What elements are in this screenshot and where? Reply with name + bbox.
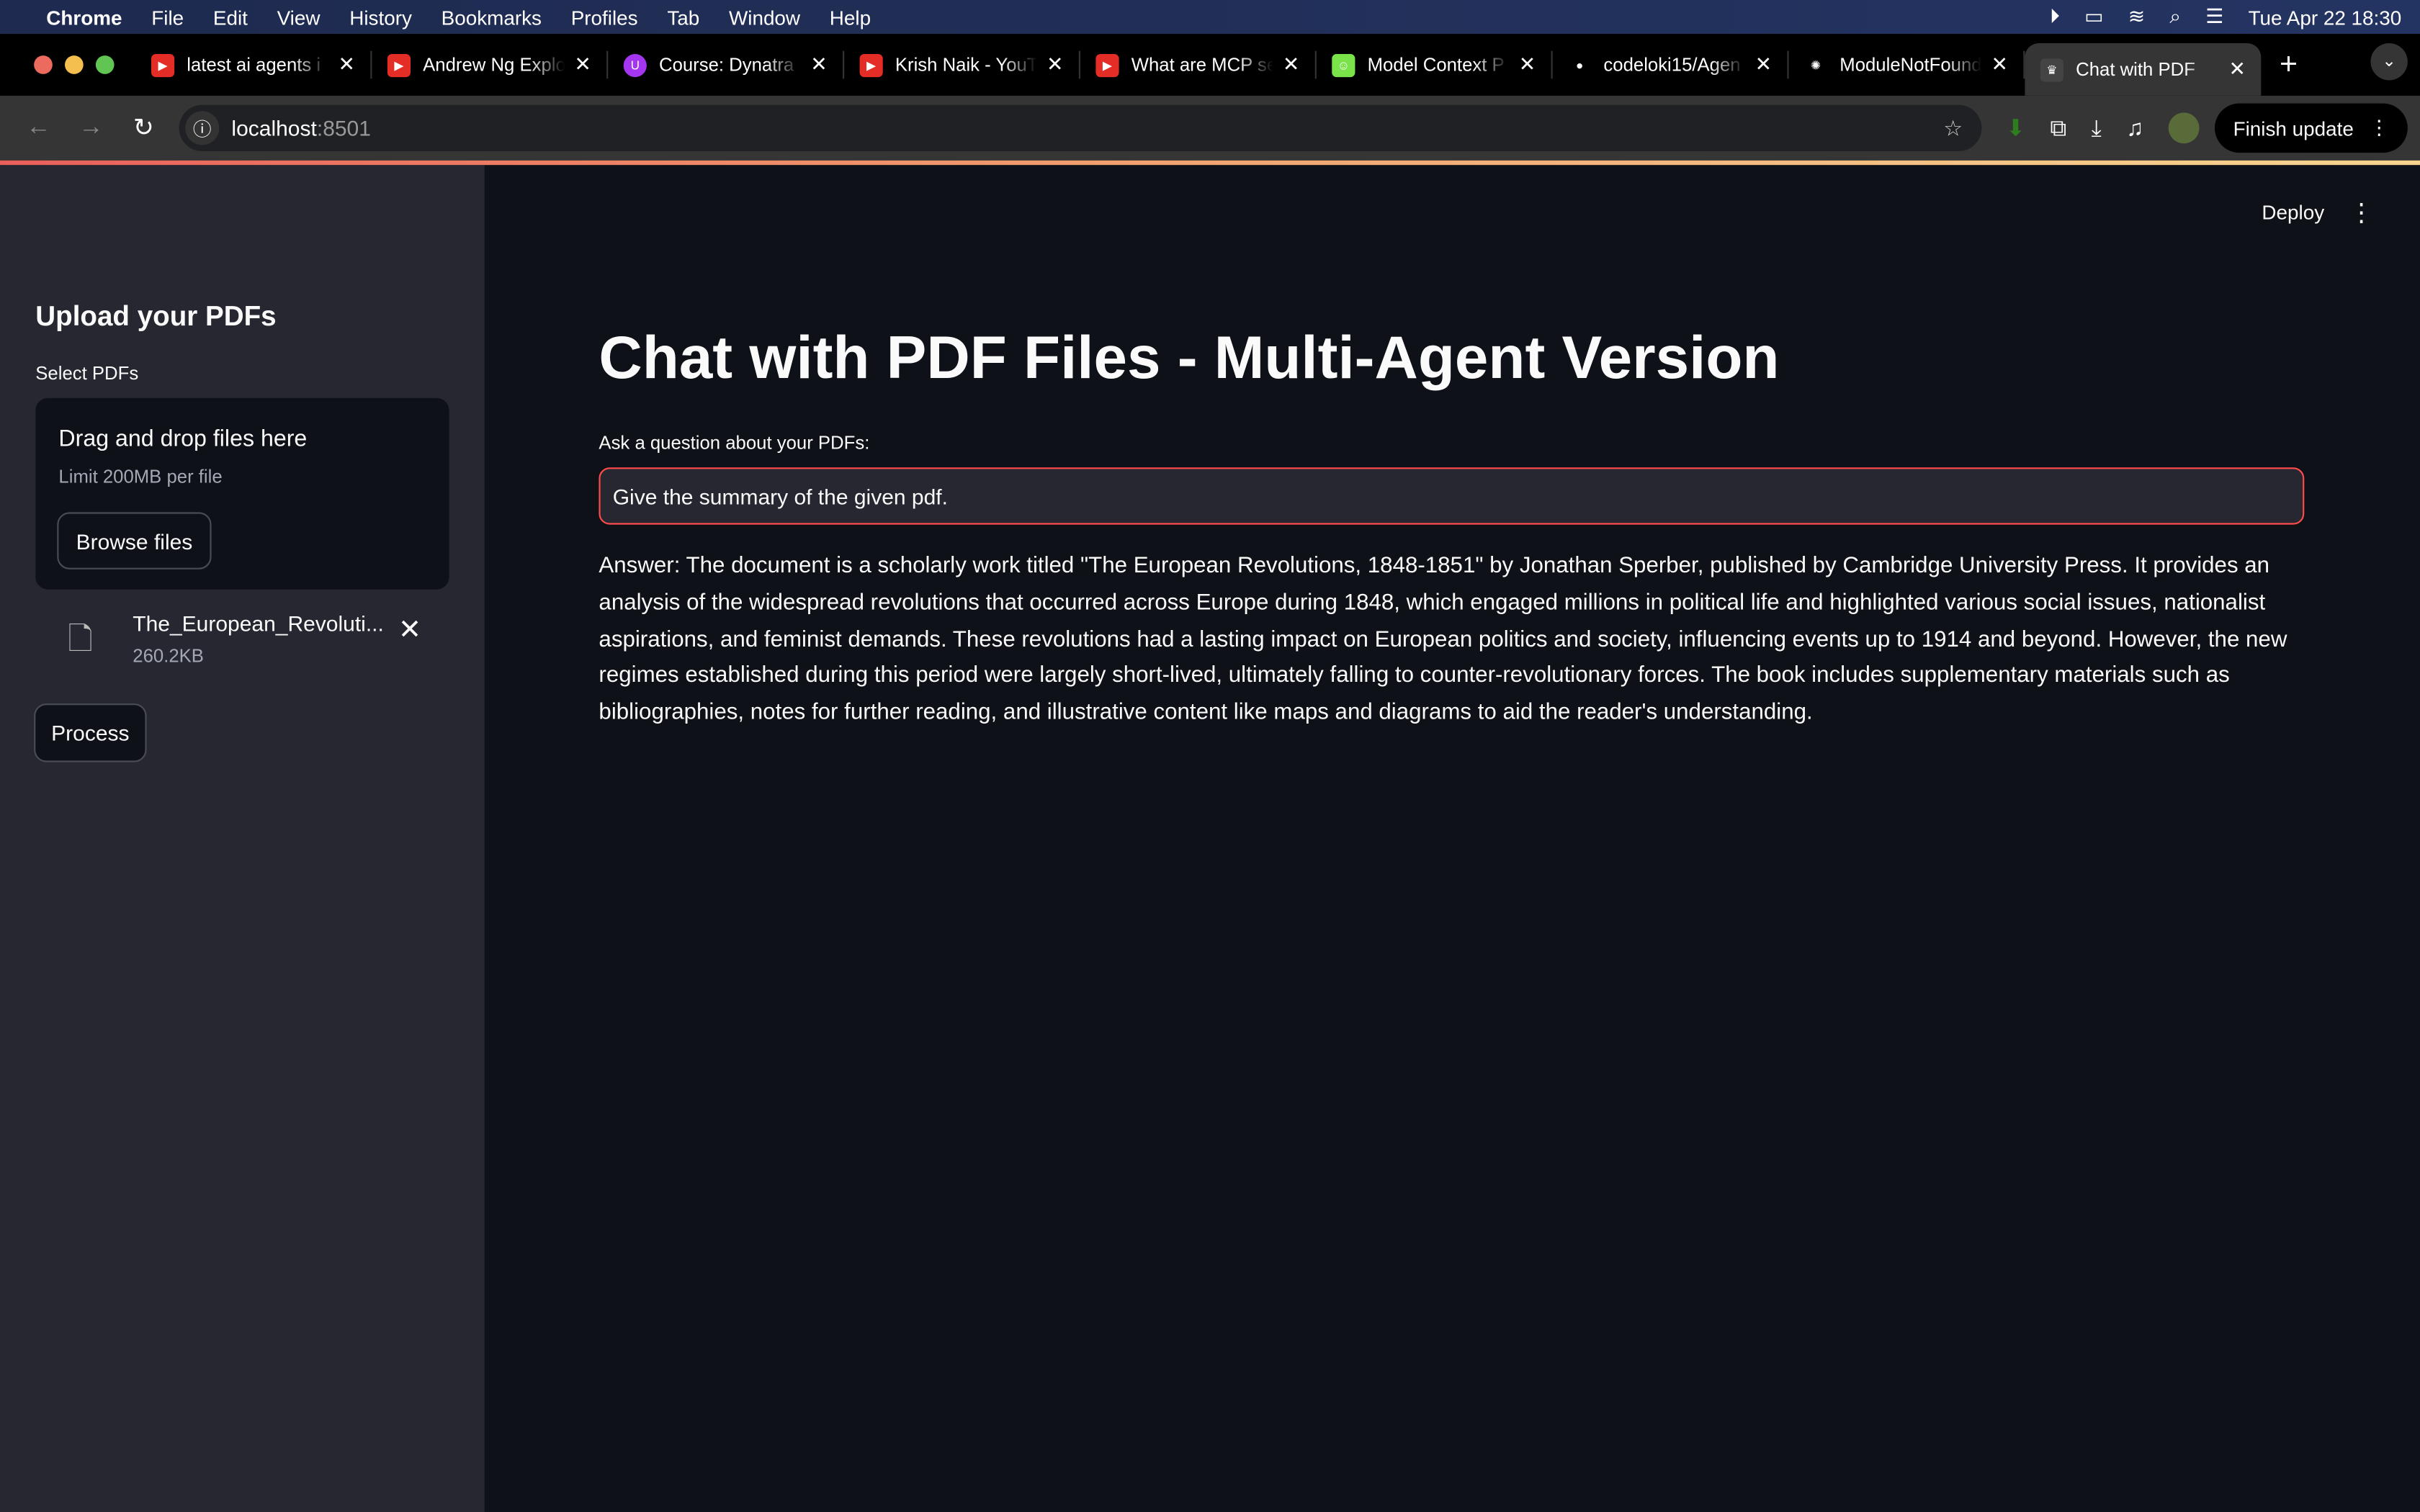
main-content: Deploy ⋮ Chat with PDF Files - Multi-Age…	[484, 165, 2420, 1512]
question-input[interactable]	[599, 467, 2305, 525]
tab-title: Krish Naik - YouT	[895, 54, 1038, 76]
tab-7[interactable]: ✺ ModuleNotFound ✕	[1789, 50, 2025, 79]
bookmark-star-icon[interactable]: ☆	[1943, 115, 1963, 141]
finish-update-button[interactable]: Finish update ⋮	[2214, 103, 2408, 153]
file-icon: 🗋	[68, 623, 93, 657]
sidebar: Upload your PDFs Select PDFs Drag and dr…	[0, 165, 485, 1512]
remove-file-button[interactable]: ✕	[398, 614, 421, 647]
site-info-icon[interactable]: ⓘ	[185, 111, 220, 145]
extensions-icon[interactable]: ⧉	[2050, 115, 2066, 141]
battery-icon[interactable]: ▭	[2084, 4, 2103, 29]
close-tab-icon[interactable]: ✕	[1047, 53, 1063, 77]
streamlit-icon: ♛	[2040, 58, 2063, 81]
sidebar-heading: Upload your PDFs	[35, 300, 277, 332]
main-menu-icon[interactable]: ⋮	[2349, 197, 2373, 228]
smiley-icon: ☺	[1332, 53, 1355, 77]
browse-files-button[interactable]: Browse files	[57, 512, 212, 570]
menu-history[interactable]: History	[349, 6, 412, 29]
tab-8[interactable]: ♛ Chat with PDF ✕	[2025, 43, 2262, 96]
tab-6[interactable]: ● codeloki15/Agen ✕	[1553, 50, 1789, 79]
select-pdfs-label: Select PDFs	[35, 362, 139, 384]
browser-toolbar: ← → ↻ ⓘ localhost:8501 ☆ ⬇ ⧉ ⤓ ♫ Finish …	[0, 95, 2420, 161]
tab-title: Andrew Ng Explo	[423, 54, 565, 76]
menu-edit[interactable]: Edit	[213, 6, 248, 29]
forward-button[interactable]: →	[65, 114, 117, 143]
dropzone-title: Drag and drop files here	[58, 426, 308, 452]
close-tab-icon[interactable]: ✕	[338, 53, 354, 77]
deploy-button[interactable]: Deploy	[2262, 201, 2324, 224]
file-name: The_European_Revoluti...	[133, 611, 384, 636]
url-port: :8501	[316, 115, 371, 140]
control-center-icon[interactable]: ☰	[2205, 4, 2223, 29]
more-icon: ⋮	[2369, 115, 2390, 139]
openai-icon: ✺	[1804, 53, 1828, 77]
tab-0[interactable]: ▶ latest ai agents i ✕	[136, 50, 372, 79]
dropzone-limit: Limit 200MB per file	[58, 466, 223, 488]
tab-4[interactable]: ▶ What are MCP se ✕	[1080, 50, 1317, 79]
finish-update-label: Finish update	[2233, 116, 2354, 140]
tab-title: codeloki15/Agen	[1603, 54, 1741, 76]
minimize-window-button[interactable]	[65, 55, 84, 74]
address-bar[interactable]: ⓘ localhost:8501 ☆	[179, 104, 1981, 151]
wifi-icon[interactable]: ≋	[2128, 4, 2145, 29]
tab-3[interactable]: ▶ Krish Naik - YouT ✕	[844, 50, 1080, 79]
close-tab-icon[interactable]: ✕	[1991, 53, 2007, 77]
youtube-icon: ▶	[387, 53, 411, 77]
search-icon[interactable]: ⌕	[2169, 4, 2181, 29]
media-controls-icon[interactable]: ♫	[2126, 115, 2143, 141]
menu-app[interactable]: Chrome	[46, 6, 122, 29]
file-size: 260.2KB	[133, 644, 204, 667]
process-button[interactable]: Process	[34, 703, 147, 762]
close-tab-icon[interactable]: ✕	[2228, 57, 2245, 81]
tab-1[interactable]: ▶ Andrew Ng Explo ✕	[372, 50, 609, 79]
downloads-icon[interactable]: ⤓	[2092, 115, 2102, 141]
download-extension-icon[interactable]: ⬇	[2006, 114, 2025, 142]
tab-title: Chat with PDF	[2076, 58, 2195, 81]
question-label: Ask a question about your PDFs:	[599, 432, 870, 454]
youtube-icon: ▶	[151, 53, 175, 77]
close-tab-icon[interactable]: ✕	[810, 53, 827, 77]
zoom-window-button[interactable]	[95, 55, 115, 74]
tab-title: Course: Dynatra	[659, 54, 794, 76]
youtube-icon: ▶	[859, 53, 883, 77]
url-host: localhost	[231, 115, 317, 140]
udemy-icon: U	[623, 53, 647, 77]
page-title: Chat with PDF Files - Multi-Agent Versio…	[599, 325, 1780, 392]
tab-strip: ▶ latest ai agents i ✕ ▶ Andrew Ng Explo ✕ U Co…	[0, 34, 2420, 96]
menu-help[interactable]: Help	[830, 6, 871, 29]
tab-title: What are MCP se	[1131, 54, 1274, 76]
menu-profiles[interactable]: Profiles	[571, 6, 638, 29]
back-button[interactable]: ←	[12, 114, 65, 143]
reload-button[interactable]: ↻	[117, 112, 170, 143]
play-icon[interactable]: ⏵	[2050, 4, 2060, 29]
tab-search-button[interactable]: ⌄	[2370, 43, 2408, 81]
tab-title: ModuleNotFound	[1839, 54, 1982, 76]
tab-2[interactable]: U Course: Dynatra ✕	[608, 50, 845, 79]
window-controls	[0, 55, 136, 74]
close-tab-icon[interactable]: ✕	[1283, 53, 1299, 77]
uploaded-file: 🗋 The_European_Revoluti... 260.2KB ✕	[62, 605, 432, 682]
file-dropzone[interactable]: Drag and drop files here Limit 200MB per…	[35, 397, 449, 590]
close-tab-icon[interactable]: ✕	[1755, 53, 1772, 77]
macos-menubar: Chrome File Edit View History Bookmarks …	[0, 0, 2420, 35]
close-tab-icon[interactable]: ✕	[1519, 53, 1536, 77]
tab-title: Model Context P	[1367, 54, 1505, 76]
clock[interactable]: Tue Apr 22 18:30	[2249, 6, 2402, 29]
menu-window[interactable]: Window	[729, 6, 800, 29]
github-icon: ●	[1568, 53, 1592, 77]
answer-text: Answer: The document is a scholarly work…	[599, 554, 2287, 726]
tab-5[interactable]: ☺ Model Context P ✕	[1317, 50, 1553, 79]
streamlit-app: Upload your PDFs Select PDFs Drag and dr…	[0, 165, 2420, 1512]
close-window-button[interactable]	[34, 55, 53, 74]
close-tab-icon[interactable]: ✕	[574, 53, 591, 77]
menu-bookmarks[interactable]: Bookmarks	[442, 6, 542, 29]
tab-title: latest ai agents i	[187, 54, 321, 76]
menu-tab[interactable]: Tab	[667, 6, 699, 29]
youtube-icon: ▶	[1095, 53, 1119, 77]
profile-avatar[interactable]	[2168, 112, 2200, 144]
menu-view[interactable]: View	[277, 6, 321, 29]
new-tab-button[interactable]: +	[2280, 47, 2298, 82]
menu-file[interactable]: File	[151, 6, 184, 29]
